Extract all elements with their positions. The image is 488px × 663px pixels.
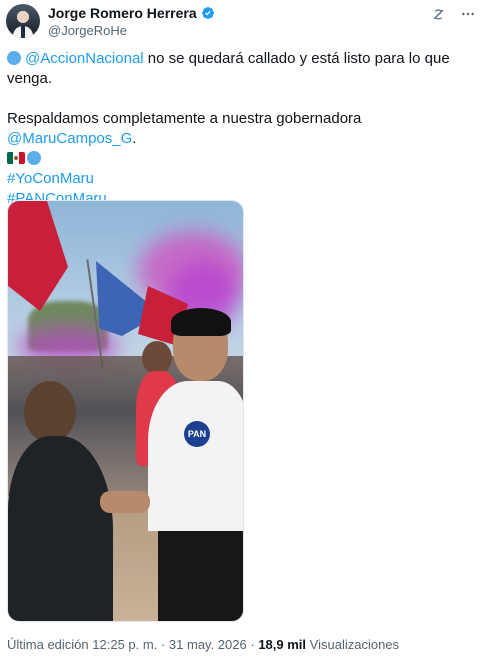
line-spacer	[7, 89, 477, 109]
header-actions	[430, 4, 476, 24]
avatar-tie	[21, 26, 25, 38]
views-label: Visualizaciones	[309, 637, 400, 652]
photo-scene: PAN	[8, 201, 243, 621]
separator-2: ·	[250, 637, 255, 652]
edited-label[interactable]: Última edición	[7, 637, 89, 652]
blue-circle-emoji-icon	[7, 51, 21, 65]
emoji-line	[7, 149, 477, 169]
grok-icon[interactable]	[430, 6, 446, 22]
mention-accionnacional[interactable]: @AccionNacional	[25, 50, 144, 67]
man-white-shirt	[148, 381, 243, 531]
man-pants	[158, 521, 243, 621]
tweet-line-2-text: Respaldamos completamente a nuestra gobe…	[7, 110, 362, 127]
author-info: Jorge Romero Herrera @JorgeRoHe	[48, 4, 215, 40]
woman-left-body	[8, 436, 113, 621]
woman-left-head	[24, 381, 76, 443]
tweet-line-2: Respaldamos completamente a nuestra gobe…	[7, 109, 477, 149]
pan-logo: PAN	[184, 421, 210, 447]
woman-red-head	[142, 341, 172, 375]
tweet-line-1: @AccionNacional no se quedará callado y …	[7, 49, 477, 89]
name-row: Jorge Romero Herrera	[48, 4, 215, 22]
hashtag-yoconmaru[interactable]: #YoConMaru	[7, 170, 94, 187]
tweet-header: Jorge Romero Herrera @JorgeRoHe	[6, 4, 482, 40]
verified-badge-icon	[201, 7, 214, 19]
tweet-text: @AccionNacional no se quedará callado y …	[7, 49, 477, 209]
tweet-line-2-end: .	[132, 130, 137, 147]
mention-marucampos[interactable]: @MaruCampos_G	[7, 130, 132, 147]
author-handle[interactable]: @JorgeRoHe	[48, 22, 215, 40]
separator: ·	[160, 637, 166, 652]
post-time[interactable]: 12:25 p. m.	[92, 637, 157, 652]
blue-circle-emoji-icon	[27, 151, 41, 165]
tweet-photo[interactable]: PAN	[7, 200, 244, 622]
mexico-flag-icon	[7, 152, 25, 164]
post-date[interactable]: 31 may. 2026	[169, 637, 247, 652]
man-hair	[171, 308, 231, 336]
author-display-name[interactable]: Jorge Romero Herrera	[48, 4, 197, 22]
tweet-footer: Última edición 12:25 p. m. · 31 may. 202…	[7, 637, 399, 653]
more-icon[interactable]	[460, 6, 476, 22]
views-count: 18,9 mil	[258, 637, 307, 652]
handshake	[100, 491, 150, 513]
avatar[interactable]	[6, 4, 40, 38]
